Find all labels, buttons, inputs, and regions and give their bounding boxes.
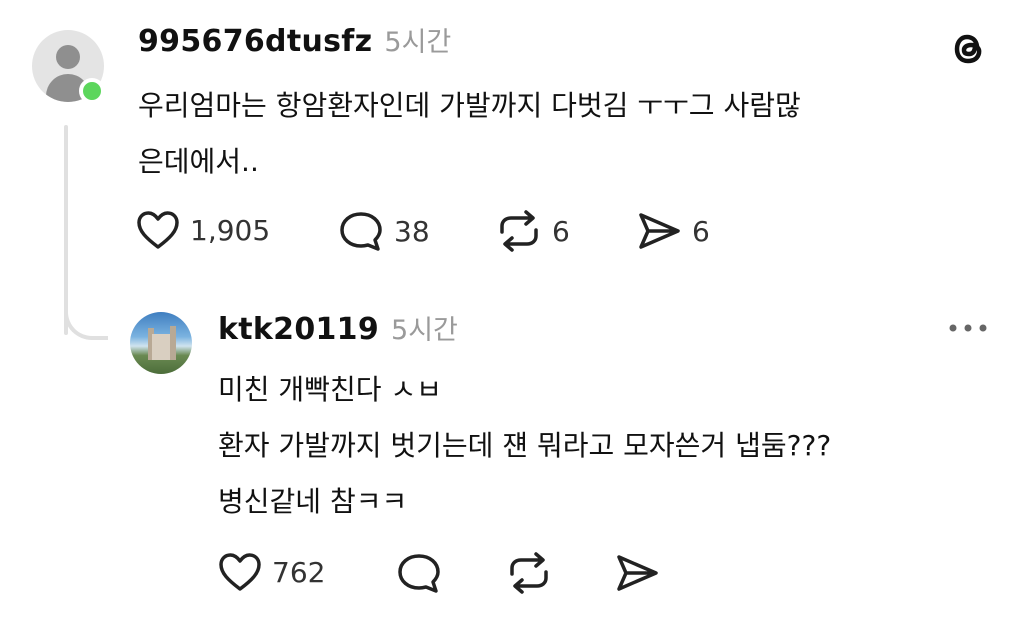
like-count: 762 [272, 555, 326, 589]
online-status-dot [79, 78, 105, 104]
repost-button[interactable] [506, 552, 552, 594]
repost-icon [510, 552, 548, 594]
avatar[interactable] [130, 312, 192, 374]
comment-text-line: 환자 가발까지 벗기는데 쟨 뭐라고 모자쓴거 냅둠??? [218, 429, 832, 462]
share-button[interactable] [614, 552, 660, 594]
repost-count: 6 [552, 214, 570, 248]
heart-icon [219, 553, 261, 591]
username[interactable]: ktk20119 [218, 312, 379, 347]
timestamp: 5시간 [391, 315, 458, 346]
comment-bubble-icon [398, 554, 440, 593]
like-button[interactable]: 762 [218, 552, 325, 592]
heart-icon [137, 211, 179, 249]
share-button[interactable]: 6 [636, 210, 710, 252]
comment-header: ktk20119 5시간 [218, 308, 458, 347]
comment-text-line: 우리엄마는 항암환자인데 가발까지 다벗김 ㅜㅜ그 사람많 [138, 89, 801, 122]
send-icon [617, 555, 658, 591]
avatar-image-detail [152, 334, 172, 360]
comment-text-line: 미친 개빡친다 ㅅㅂ [218, 373, 442, 406]
reply-button[interactable]: 38 [338, 210, 430, 252]
repost-button[interactable]: 6 [496, 210, 570, 252]
reply-button[interactable] [396, 552, 442, 594]
reply-count: 38 [394, 214, 430, 248]
repost-icon [500, 210, 538, 252]
send-icon [639, 213, 680, 249]
comment-text-line: 병신같네 참ㅋㅋ [218, 485, 408, 518]
like-count: 1,905 [190, 213, 271, 247]
more-options-icon[interactable] [946, 318, 990, 338]
comment-header: 995676dtusfz 5시간 [138, 20, 451, 59]
comment-text-line: 은데에서.. [138, 145, 259, 178]
comment-bubble-icon [340, 212, 382, 251]
timestamp: 5시간 [384, 27, 452, 58]
threads-logo-icon[interactable] [946, 26, 992, 72]
share-count: 6 [692, 214, 710, 248]
like-button[interactable]: 1,905 [136, 210, 270, 250]
username[interactable]: 995676dtusfz [138, 24, 372, 59]
avatar-image-detail [170, 326, 176, 360]
thread-connector [64, 300, 108, 340]
avatar-head-shape [56, 45, 80, 69]
